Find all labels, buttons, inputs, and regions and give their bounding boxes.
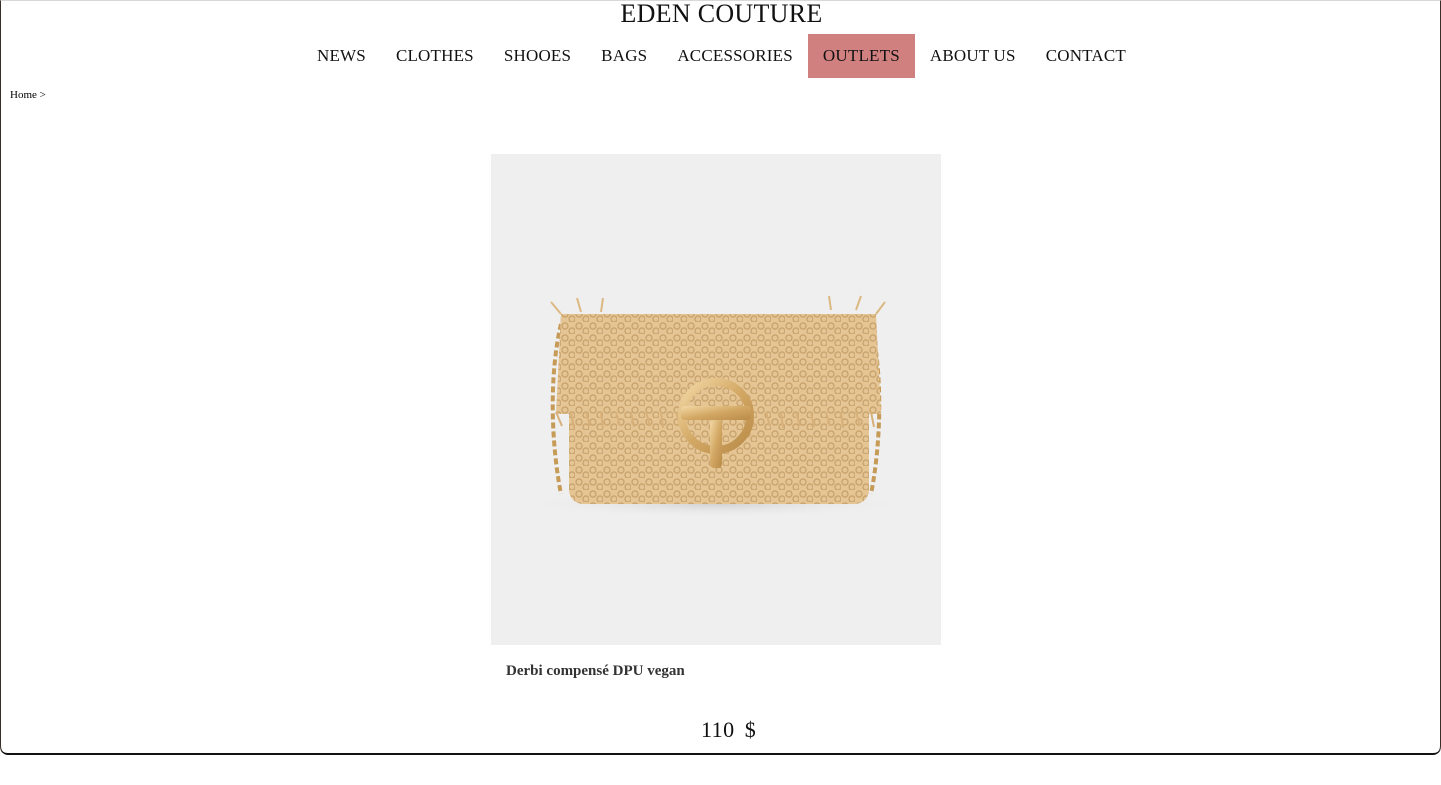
breadcrumb-separator: > — [39, 89, 46, 101]
nav-item-about-us[interactable]: ABOUT US — [915, 34, 1031, 78]
raffia-crochet-bag-image — [516, 295, 916, 518]
product-image[interactable] — [491, 154, 941, 645]
breadcrumb-home-link[interactable]: Home — [10, 89, 37, 101]
product-price: 110 $ — [701, 717, 756, 743]
product-name[interactable]: Derbi compensé DPU vegan — [506, 663, 685, 680]
price-currency: $ — [744, 717, 757, 742]
main-nav: NEWS CLOTHES SHOOES BAGS ACCESSORIES OUT… — [1, 34, 1441, 78]
price-value: 110 — [701, 717, 735, 742]
nav-item-outlets[interactable]: OUTLETS — [807, 34, 915, 78]
nav-item-bags[interactable]: BAGS — [586, 34, 662, 78]
page-frame: EDEN COUTURE NEWS CLOTHES SHOOES BAGS AC… — [0, 0, 1441, 755]
nav-item-accessories[interactable]: ACCESSORIES — [662, 34, 808, 78]
breadcrumb: Home > — [10, 89, 46, 101]
nav-item-contact[interactable]: CONTACT — [1031, 34, 1141, 78]
nav-item-clothes[interactable]: CLOTHES — [381, 34, 489, 78]
brand-title[interactable]: EDEN COUTURE — [1, 1, 1441, 31]
nav-item-news[interactable]: NEWS — [302, 34, 381, 78]
nav-item-shooes[interactable]: SHOOES — [489, 34, 586, 78]
